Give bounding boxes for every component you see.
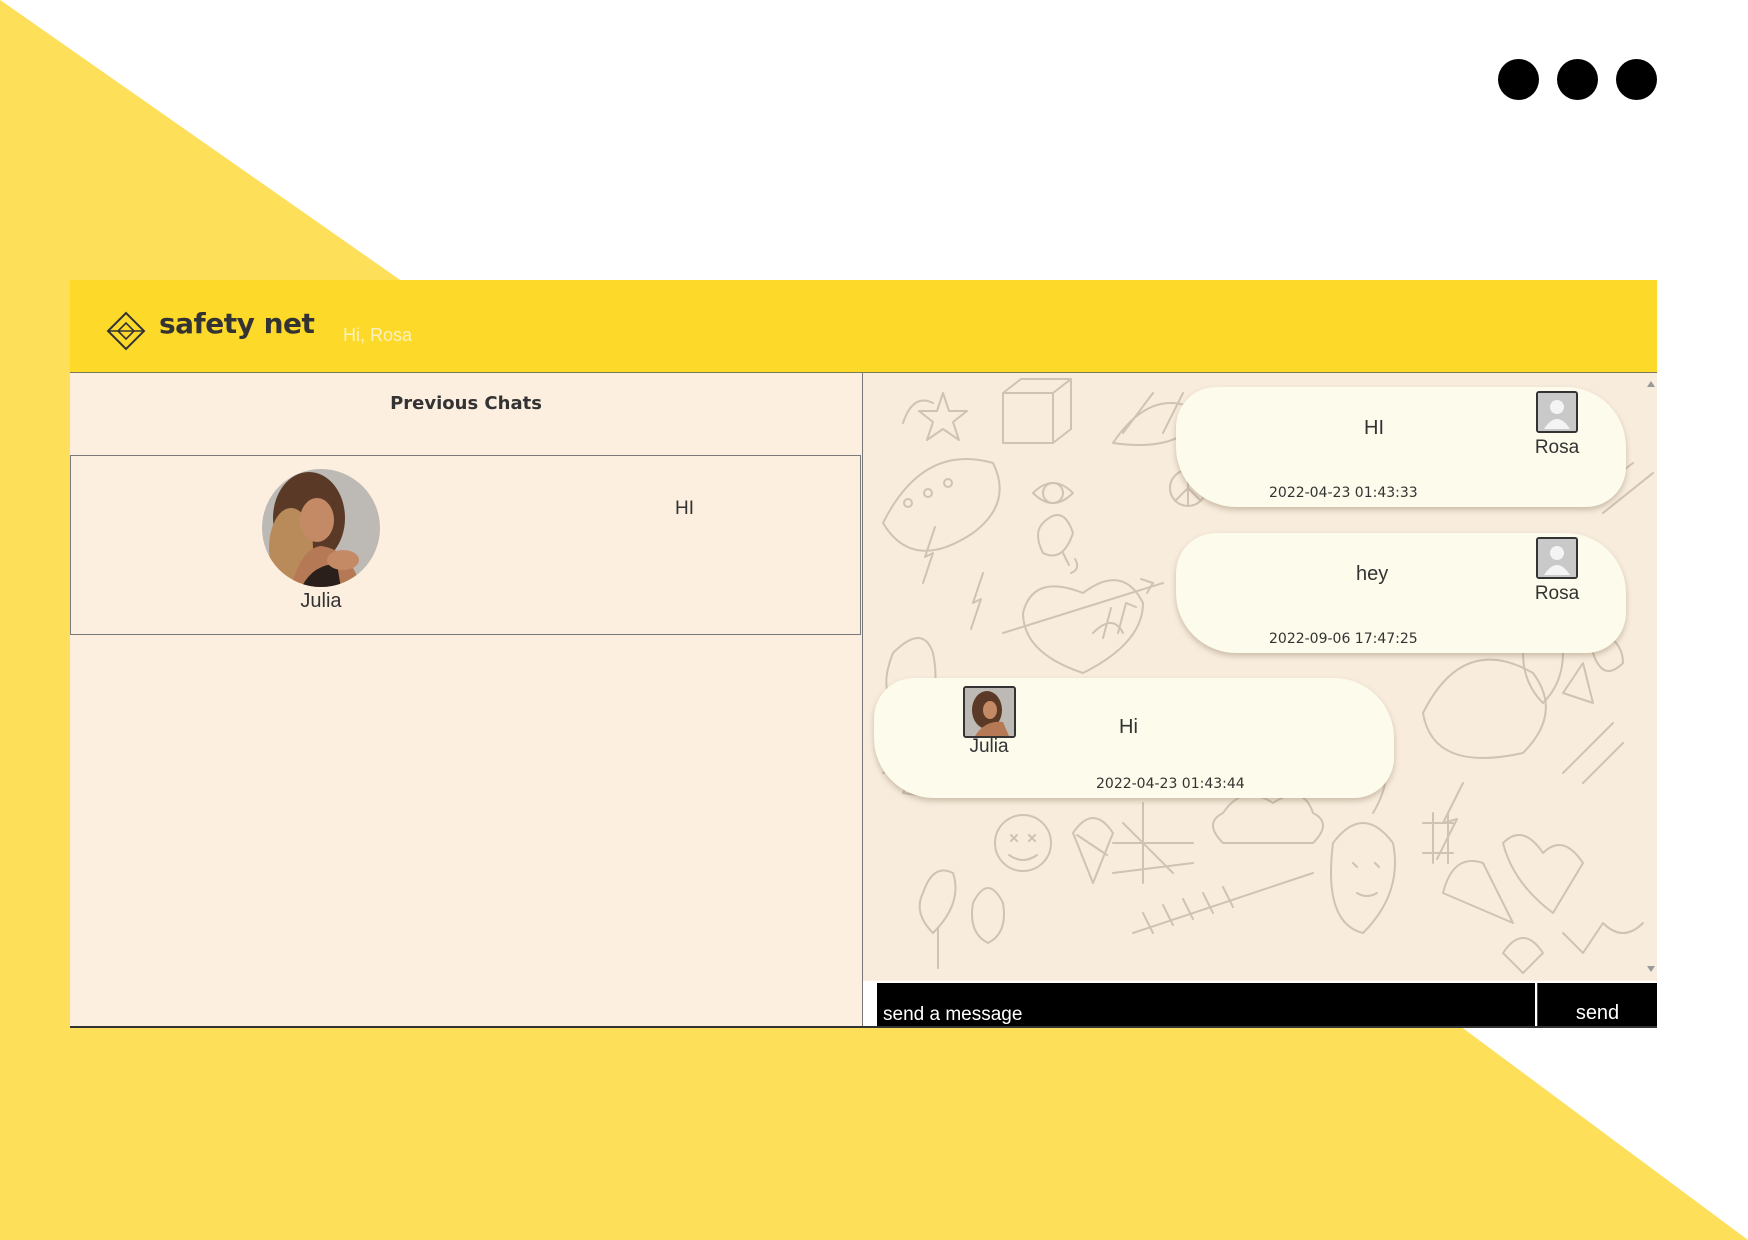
message-text: Hi: [1119, 716, 1138, 738]
panel-title: Previous Chats: [390, 393, 542, 414]
send-button[interactable]: send: [1537, 983, 1657, 1026]
scroll-down-icon[interactable]: [1647, 966, 1655, 972]
julia-avatar: [963, 686, 1016, 738]
message-composer: send: [863, 981, 1657, 1026]
chat-app-window: safety net Hi, Rosa Previous Chats Julia…: [70, 280, 1657, 1028]
message-bubble: HI Rosa 2022-04-23 01:43:33: [1176, 387, 1626, 507]
app-header: safety net Hi, Rosa: [70, 280, 1657, 373]
chat-last-message: HI: [675, 498, 694, 519]
message-timestamp: 2022-09-06 17:47:25: [1269, 631, 1418, 647]
user-placeholder-icon: [1536, 391, 1578, 433]
conversation-panel: HI Rosa 2022-04-23 01:43:33 hey Rosa 202…: [863, 373, 1657, 1026]
diamond-logo-icon: [106, 311, 146, 351]
message-timestamp: 2022-04-23 01:43:44: [1096, 776, 1245, 792]
message-sender: Rosa: [1534, 583, 1580, 604]
brand-name[interactable]: safety net: [159, 307, 315, 340]
message-sender: Julia: [969, 736, 1009, 757]
message-text: hey: [1356, 563, 1389, 585]
dot: [1498, 59, 1539, 100]
message-bubble: hey Rosa 2022-09-06 17:47:25: [1176, 533, 1626, 653]
chat-list-item[interactable]: Julia HI: [70, 455, 861, 635]
message-sender: Rosa: [1534, 437, 1580, 458]
julia-avatar: [262, 469, 380, 587]
more-dots-icon[interactable]: [1498, 59, 1657, 100]
scroll-up-icon[interactable]: [1647, 381, 1655, 387]
message-timestamp: 2022-04-23 01:43:33: [1269, 485, 1418, 501]
message-text: HI: [1364, 417, 1384, 439]
message-input[interactable]: [877, 983, 1535, 1026]
user-placeholder-icon: [1536, 537, 1578, 579]
dot: [1557, 59, 1598, 100]
message-bubble: Julia Hi 2022-04-23 01:43:44: [874, 678, 1394, 798]
message-list[interactable]: HI Rosa 2022-04-23 01:43:33 hey Rosa 202…: [863, 373, 1657, 980]
user-greeting: Hi, Rosa: [343, 325, 413, 345]
dot: [1616, 59, 1657, 100]
chat-contact-name: Julia: [300, 590, 342, 612]
previous-chats-panel: Previous Chats Julia HI: [70, 373, 863, 1026]
window-bottom-border: [70, 1026, 1657, 1028]
